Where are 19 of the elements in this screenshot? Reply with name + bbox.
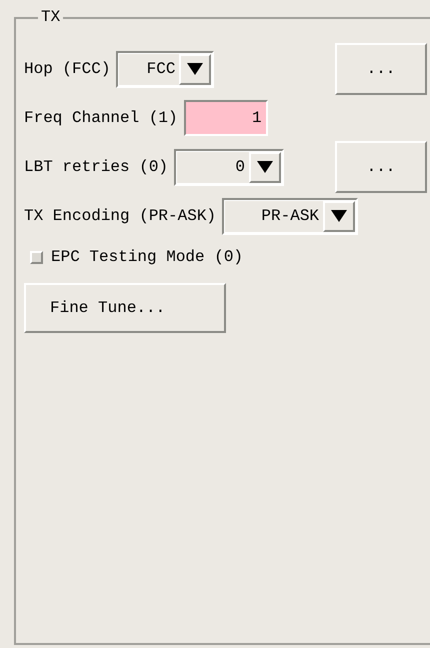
triangle-down-icon <box>331 210 348 222</box>
checkbox-label: EPC Testing Mode (0) <box>51 247 244 268</box>
field-label: Hop (FCC) <box>24 59 110 80</box>
dropdown-field[interactable]: 0 <box>177 152 250 182</box>
input-field[interactable]: 1 <box>184 100 268 136</box>
dropdown-arrow-button[interactable] <box>249 152 282 182</box>
dropdown-field[interactable]: FCC <box>119 54 180 84</box>
field-label: TX Encoding (PR-ASK) <box>24 206 216 227</box>
more-button[interactable]: ... <box>335 141 427 193</box>
field-label: LBT retries (0) <box>24 157 168 178</box>
dropdown-arrow-button[interactable] <box>179 54 212 84</box>
fine-tune-button[interactable]: Fine Tune... <box>24 283 226 333</box>
checkbox[interactable] <box>30 250 43 264</box>
dropdown-arrow-button[interactable] <box>323 200 356 232</box>
triangle-down-icon <box>187 63 204 75</box>
more-button[interactable]: ... <box>335 43 427 95</box>
dropdown-field[interactable]: PR-ASK <box>225 200 324 232</box>
triangle-down-icon <box>257 161 274 173</box>
field-label: Freq Channel (1) <box>24 108 178 129</box>
